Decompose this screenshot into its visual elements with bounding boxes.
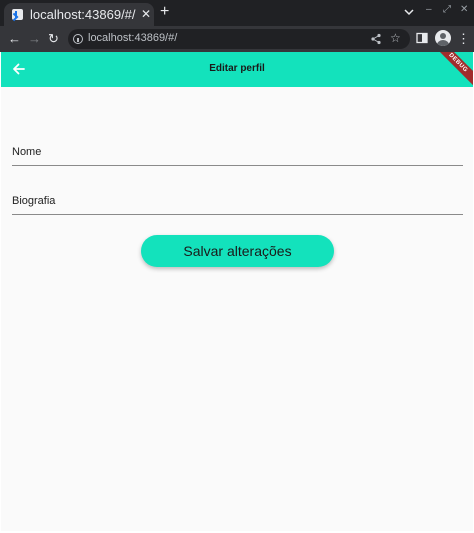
page-title: Editar perfil — [209, 63, 265, 74]
sidebar-icon[interactable] — [416, 32, 428, 44]
share-icon[interactable] — [370, 33, 382, 45]
app-bar: Editar perfil DEBUG — [1, 52, 473, 88]
bio-field-label: Biografia — [12, 195, 56, 207]
new-tab-button[interactable]: + — [160, 4, 169, 20]
arrow-forward-icon[interactable]: → — [28, 30, 41, 48]
minimize-icon[interactable]: – — [426, 4, 432, 16]
tab-title: localhost:43869/#/ — [30, 7, 136, 22]
chevron-down-icon[interactable] — [403, 6, 415, 18]
reload-icon[interactable]: ↻ — [48, 30, 59, 48]
browser-tab[interactable]: localhost:43869/#/ ✕ — [4, 3, 154, 26]
name-field[interactable]: Nome — [12, 144, 463, 166]
tab-strip: localhost:43869/#/ ✕ + – ⤢ ✕ — [0, 0, 474, 26]
name-field-label: Nome — [12, 146, 42, 158]
arrow-back-icon[interactable]: ← — [8, 30, 21, 48]
save-changes-button[interactable]: Salvar alterações — [141, 235, 334, 267]
restore-icon[interactable]: ⤢ — [443, 4, 451, 16]
more-menu-icon[interactable]: ⋮ — [457, 30, 470, 48]
flutter-favicon-icon — [12, 9, 23, 20]
bio-field[interactable]: Biografia — [12, 193, 463, 215]
star-icon[interactable]: ☆ — [390, 31, 401, 45]
info-icon[interactable] — [73, 34, 83, 44]
close-icon[interactable]: ✕ — [141, 7, 151, 21]
browser-toolbar: ← → ↻ localhost:43869/#/ ☆ ⋮ — [0, 26, 474, 52]
address-bar[interactable]: localhost:43869/#/ ☆ — [68, 29, 410, 49]
flutter-app: Editar perfil DEBUG Nome Biografia Salva… — [1, 52, 473, 531]
avatar-icon[interactable] — [435, 30, 451, 46]
window-close-icon[interactable]: ✕ — [460, 4, 468, 16]
address-url[interactable]: localhost:43869/#/ — [88, 32, 177, 44]
browser-chrome: localhost:43869/#/ ✕ + – ⤢ ✕ ← → ↻ local… — [0, 0, 474, 52]
